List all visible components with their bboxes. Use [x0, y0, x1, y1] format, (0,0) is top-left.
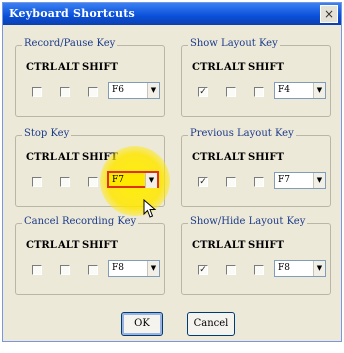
- keyboard-shortcuts-dialog: Keyboard Shortcuts × Record/Pause Key CT…: [2, 2, 342, 342]
- group-show-hide-layout: Show/Hide Layout Key CTRL ALT SHIFT ✓ F8…: [181, 216, 331, 295]
- shift-checkbox[interactable]: [254, 87, 264, 97]
- key-value: F8: [278, 263, 290, 273]
- key-select[interactable]: F8 ▼: [274, 260, 326, 277]
- group-title: Cancel Recording Key: [22, 216, 139, 227]
- shift-checkbox[interactable]: [88, 265, 98, 275]
- group-title: Show/Hide Layout Key: [188, 216, 308, 227]
- chevron-down-icon[interactable]: ▼: [145, 173, 157, 188]
- ctrl-checkbox[interactable]: ✓: [198, 265, 208, 275]
- alt-label: ALT: [224, 240, 246, 251]
- shift-label: SHIFT: [248, 62, 284, 73]
- alt-checkbox[interactable]: [226, 265, 236, 275]
- ctrl-label: CTRL: [26, 240, 57, 251]
- ctrl-label: CTRL: [192, 62, 223, 73]
- group-show-layout: Show Layout Key CTRL ALT SHIFT ✓ F4 ▼: [181, 38, 331, 117]
- alt-checkbox[interactable]: [60, 87, 70, 97]
- key-value: F8: [112, 263, 124, 273]
- key-select[interactable]: F8 ▼: [108, 260, 160, 277]
- key-select[interactable]: F7 ▼: [274, 172, 326, 189]
- shift-label: SHIFT: [248, 152, 284, 163]
- group-cancel-recording: Cancel Recording Key CTRL ALT SHIFT F8 ▼: [15, 216, 165, 295]
- shift-checkbox[interactable]: [254, 265, 264, 275]
- key-select[interactable]: F6 ▼: [108, 82, 160, 99]
- group-title: Stop Key: [22, 128, 72, 139]
- key-value: F6: [112, 85, 124, 95]
- chevron-down-icon[interactable]: ▼: [313, 261, 325, 276]
- shift-checkbox[interactable]: [88, 87, 98, 97]
- group-title: Show Layout Key: [188, 38, 280, 49]
- ctrl-checkbox[interactable]: ✓: [198, 87, 208, 97]
- mouse-cursor-icon: [143, 199, 157, 218]
- ctrl-label: CTRL: [192, 240, 223, 251]
- ctrl-checkbox[interactable]: ✓: [198, 177, 208, 187]
- ctrl-checkbox[interactable]: [32, 177, 42, 187]
- alt-checkbox[interactable]: [226, 177, 236, 187]
- alt-checkbox[interactable]: [60, 177, 70, 187]
- key-value: F7: [278, 175, 290, 185]
- group-record-pause: Record/Pause Key CTRL ALT SHIFT F6 ▼: [15, 38, 165, 117]
- key-value: F4: [278, 85, 290, 95]
- shift-label: SHIFT: [82, 62, 118, 73]
- ok-button[interactable]: OK: [121, 312, 163, 336]
- alt-label: ALT: [224, 152, 246, 163]
- stop-key-select[interactable]: F7 ▼: [107, 171, 159, 188]
- alt-label: ALT: [58, 152, 80, 163]
- chevron-down-icon[interactable]: ▼: [313, 83, 325, 98]
- ctrl-label: CTRL: [192, 152, 223, 163]
- alt-label: ALT: [224, 62, 246, 73]
- alt-checkbox[interactable]: [226, 87, 236, 97]
- alt-label: ALT: [58, 240, 80, 251]
- ctrl-label: CTRL: [26, 62, 57, 73]
- shift-checkbox[interactable]: [88, 177, 98, 187]
- title-bar: Keyboard Shortcuts ×: [3, 3, 341, 25]
- cancel-button[interactable]: Cancel: [187, 312, 235, 336]
- close-button[interactable]: ×: [320, 5, 338, 23]
- ctrl-checkbox[interactable]: [32, 265, 42, 275]
- chevron-down-icon[interactable]: ▼: [313, 173, 325, 188]
- window-title: Keyboard Shortcuts: [9, 7, 135, 20]
- group-title: Record/Pause Key: [22, 38, 118, 49]
- chevron-down-icon[interactable]: ▼: [147, 261, 159, 276]
- group-title: Previous Layout Key: [188, 128, 296, 139]
- ctrl-label: CTRL: [26, 152, 57, 163]
- key-value: F7: [112, 175, 124, 185]
- alt-checkbox[interactable]: [60, 265, 70, 275]
- shift-label: SHIFT: [248, 240, 284, 251]
- group-previous-layout: Previous Layout Key CTRL ALT SHIFT ✓ F7 …: [181, 128, 331, 207]
- ctrl-checkbox[interactable]: [32, 87, 42, 97]
- alt-label: ALT: [58, 62, 80, 73]
- shift-checkbox[interactable]: [254, 177, 264, 187]
- chevron-down-icon[interactable]: ▼: [147, 83, 159, 98]
- key-select[interactable]: F4 ▼: [274, 82, 326, 99]
- shift-label: SHIFT: [82, 240, 118, 251]
